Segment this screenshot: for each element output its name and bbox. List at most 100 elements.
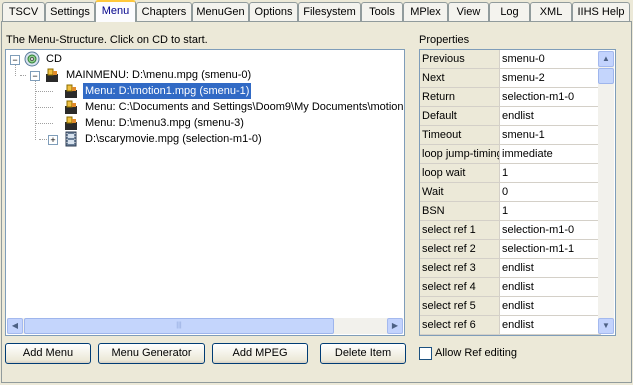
property-key: loop wait [420,164,500,182]
property-key: Timeout [420,126,500,144]
property-key: select ref 1 [420,221,500,239]
property-key: Next [420,69,500,87]
property-key: Return [420,88,500,106]
tree-label-menu: Menu: D:\menu3.mpg (smenu-3) [85,117,244,129]
tree-node-menu[interactable]: Menu: D:\motion1.mpg (smenu-1) [63,82,263,100]
property-row[interactable]: select ref 2 selection-m1-1 [420,240,601,259]
property-key: select ref 4 [420,278,500,296]
property-key: select ref 5 [420,297,500,315]
scroll-thumb[interactable] [598,68,614,84]
tree-expander-cd[interactable]: − [10,55,20,65]
tree-node-menu[interactable]: Menu: C:\Documents and Settings\Doom9\My… [63,99,405,115]
tab-chapters[interactable]: Chapters [136,2,192,21]
tab-view[interactable]: View [448,2,489,21]
tab-xml[interactable]: XML [530,2,572,21]
property-row[interactable]: select ref 1 selection-m1-0 [420,221,601,240]
property-row[interactable]: BSN 1 [420,202,601,221]
tree-horizontal-scrollbar[interactable]: ◀ ||| ▶ [7,318,403,334]
property-key: loop jump-timing [420,145,500,163]
tree-node-menu[interactable]: Menu: D:\menu3.mpg (smenu-3) [63,115,263,131]
cd-icon [24,51,40,67]
property-key: Default [420,107,500,125]
property-key: BSN [420,202,500,220]
tab-log[interactable]: Log [489,2,530,21]
tree-connector [15,64,16,76]
property-row[interactable]: Wait 0 [420,183,601,202]
tree-connector [35,123,53,124]
menu-icon [65,116,77,130]
scroll-left-button[interactable]: ◀ [7,318,23,334]
film-strip-icon [65,131,77,147]
tab-filesystem[interactable]: Filesystem [298,2,361,21]
tree-connector [35,80,36,140]
property-value[interactable]: selection-m1-0 [500,221,601,239]
properties-label: Properties [419,34,470,46]
tree-label-cd: CD [46,53,62,65]
property-row[interactable]: Next smenu-2 [420,69,601,88]
scroll-up-button[interactable]: ▲ [598,51,614,67]
property-key: select ref 6 [420,316,500,334]
property-row[interactable]: loop jump-timing immediate [420,145,601,164]
property-row[interactable]: select ref 5 endlist [420,297,601,316]
properties-vertical-scrollbar[interactable]: ▲ ▼ [598,51,614,334]
property-value[interactable]: selection-m1-0 [500,88,601,106]
property-value[interactable]: immediate [500,145,601,163]
tree-connector [35,91,53,92]
property-row[interactable]: select ref 3 endlist [420,259,601,278]
tab-settings[interactable]: Settings [45,2,95,21]
tab-options[interactable]: Options [249,2,298,21]
property-key: Previous [420,50,500,68]
property-value[interactable]: smenu-2 [500,69,601,87]
property-row[interactable]: select ref 4 endlist [420,278,601,297]
allow-ref-editing-checkbox[interactable] [419,347,432,360]
property-row[interactable]: Return selection-m1-0 [420,88,601,107]
tab-menugen[interactable]: MenuGen [192,2,249,21]
tree-connector [20,75,26,76]
scroll-thumb[interactable]: ||| [24,318,334,334]
property-value[interactable]: endlist [500,259,601,277]
property-value[interactable]: endlist [500,107,601,125]
tree-connector [35,107,53,108]
property-row[interactable]: Timeout smenu-1 [420,126,601,145]
property-key: select ref 2 [420,240,500,258]
tree-label-menu-selected: Menu: D:\motion1.mpg (smenu-1) [81,82,253,100]
add-menu-button[interactable]: Add Menu [5,343,91,364]
tab-iihs-help[interactable]: IIHS Help [572,2,630,21]
menu-icon [65,84,77,98]
tree-label-menu: Menu: C:\Documents and Settings\Doom9\My… [85,101,405,113]
property-value[interactable]: 1 [500,202,601,220]
tab-menu[interactable]: Menu [95,0,136,22]
property-value[interactable]: endlist [500,316,601,334]
tree-expander-mainmenu[interactable]: − [30,71,40,81]
tab-strip: TSCV Settings Menu Chapters MenuGen Opti… [0,0,633,22]
properties-grid[interactable]: Previous smenu-0 Next smenu-2 Return sel… [419,49,616,336]
scroll-right-button[interactable]: ▶ [387,318,403,334]
tab-mplex[interactable]: MPlex [403,2,448,21]
menu-generator-button[interactable]: Menu Generator [98,343,205,364]
tree-expander-movie[interactable]: + [48,135,58,145]
allow-ref-editing-label[interactable]: Allow Ref editing [435,347,517,359]
tree-label-mainmenu: MAINMENU: D:\menu.mpg (smenu-0) [66,69,252,81]
tab-tscv[interactable]: TSCV [2,2,45,21]
tree-node-movie[interactable]: D:\scarymovie.mpg (selection-m1-0) [63,131,293,147]
tree-node-cd[interactable]: CD [24,51,144,67]
tree-node-mainmenu[interactable]: MAINMENU: D:\menu.mpg (smenu-0) [44,67,304,83]
add-mpeg-button[interactable]: Add MPEG [212,343,308,364]
property-value[interactable]: smenu-0 [500,50,601,68]
property-value[interactable]: endlist [500,297,601,315]
tab-tools[interactable]: Tools [361,2,403,21]
property-value[interactable]: 1 [500,164,601,182]
property-row[interactable]: loop wait 1 [420,164,601,183]
property-row[interactable]: select ref 6 endlist [420,316,601,335]
property-value[interactable]: 0 [500,183,601,201]
property-value[interactable]: endlist [500,278,601,296]
menu-structure-tree[interactable]: − CD − MAINMENU: D:\menu.mpg (smenu-0) M… [5,49,405,336]
property-row[interactable]: Previous smenu-0 [420,50,601,69]
property-value[interactable]: smenu-1 [500,126,601,144]
property-key: Wait [420,183,500,201]
delete-item-button[interactable]: Delete Item [320,343,406,364]
menu-folder-icon [46,68,58,82]
property-row[interactable]: Default endlist [420,107,601,126]
property-value[interactable]: selection-m1-1 [500,240,601,258]
scroll-down-button[interactable]: ▼ [598,318,614,334]
